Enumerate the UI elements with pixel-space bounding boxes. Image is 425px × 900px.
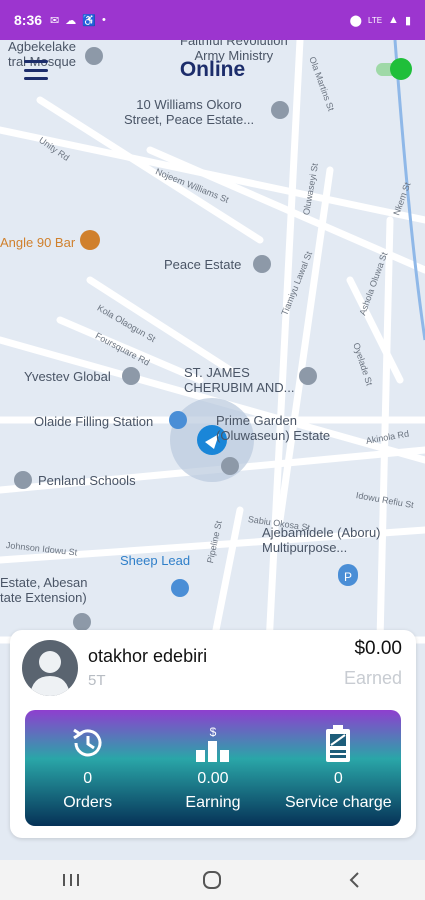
page-title: Online [179, 58, 246, 81]
place-st-james[interactable]: ST. JAMES CHERUBIM AND... [184, 365, 295, 396]
earned-label: Earned [343, 668, 402, 688]
accessibility-icon: ♿ [82, 14, 96, 27]
place-estate-abesan[interactable]: Estate, Abesan tate Extension) [0, 575, 87, 606]
place-ajebamidele[interactable]: Ajebamidele (Aboru) Multipurpose... [262, 525, 381, 556]
avatar[interactable] [22, 640, 78, 696]
home-icon [203, 871, 222, 889]
stat-earning-label: Earning [185, 794, 241, 811]
driver-subtitle: 5T [88, 672, 106, 689]
stat-service-charge-value: 0 [333, 770, 343, 787]
svg-text:$: $ [210, 725, 217, 739]
status-left-icons: ✉ ☁ ♿ • [50, 14, 106, 27]
stat-orders-label: Orders [63, 794, 113, 811]
place-angle-90-bar[interactable]: Angle 90 Bar [0, 235, 75, 251]
back-icon [349, 872, 359, 888]
toggle-knob [390, 58, 412, 80]
stat-earning-value: 0.00 [197, 770, 229, 787]
status-time: 8:36 [14, 12, 43, 28]
svg-text:P: P [344, 570, 352, 584]
place-sheep-lead[interactable]: Sheep Lead [120, 553, 190, 569]
service-charge-icon [322, 724, 354, 769]
system-nav-bar [0, 860, 425, 900]
place-yvestev-global[interactable]: Yvestev Global [24, 369, 111, 385]
place-peace-estate[interactable]: Peace Estate [164, 257, 241, 273]
mail-icon: ✉ [50, 14, 60, 27]
stat-orders-value: 0 [83, 770, 93, 787]
driver-card: otakhor edebiri 5T $0.00 Earned 0 Orders… [10, 630, 416, 838]
stats-panel: 0 Orders $ 0.00 Earning 0 Service charge [25, 710, 401, 826]
stat-earning[interactable]: $ 0.00 Earning [150, 710, 275, 826]
status-bar: 8:36 ✉ ☁ ♿ • ⬤ LTE ▲ ▮ [0, 0, 425, 40]
signal-icon: ▲ [388, 14, 399, 26]
home-button[interactable] [192, 865, 232, 895]
driver-name: otakhor edebiri [88, 646, 208, 666]
back-button[interactable] [334, 865, 374, 895]
earned-amount: $0.00 [354, 638, 402, 659]
recent-apps-button[interactable] [51, 865, 91, 895]
battery-icon: ▮ [404, 14, 411, 27]
stat-service-charge[interactable]: 0 Service charge [276, 710, 401, 826]
place-prime-garden[interactable]: Prime Garden (Oluwaseun) Estate [216, 413, 330, 444]
history-icon [68, 724, 108, 767]
recent-apps-icon [62, 874, 79, 886]
earning-chart-icon: $ [193, 724, 233, 769]
online-toggle[interactable] [376, 58, 412, 80]
place-williams-okoro[interactable]: 10 Williams Okoro Street, Peace Estate... [124, 97, 254, 128]
lte-icon: LTE [367, 15, 383, 25]
user-silhouette-icon [30, 651, 70, 696]
stat-service-charge-label: Service charge [284, 794, 392, 811]
stat-orders[interactable]: 0 Orders [25, 710, 150, 826]
dot-icon: • [101, 13, 106, 26]
place-olaide-filling[interactable]: Olaide Filling Station [34, 414, 153, 430]
place-penland-schools[interactable]: Penland Schools [38, 473, 136, 489]
status-right-icons: ⬤ LTE ▲ ▮ [350, 14, 411, 27]
location-icon: ⬤ [349, 14, 362, 27]
cloud-icon: ☁ [65, 14, 77, 27]
